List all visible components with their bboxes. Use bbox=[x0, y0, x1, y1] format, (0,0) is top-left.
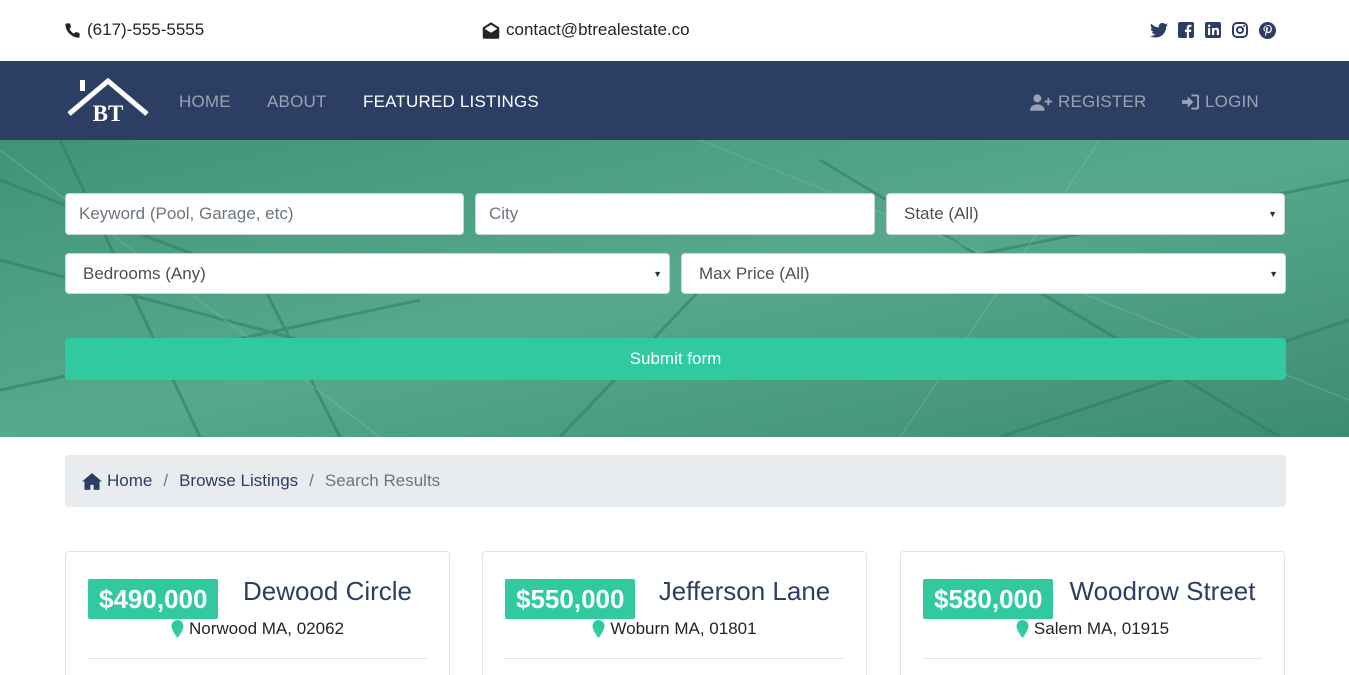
nav-home-label: HOME bbox=[179, 92, 231, 111]
breadcrumb: Home / Browse Listings / Search Results bbox=[65, 455, 1286, 507]
phone-icon bbox=[65, 22, 80, 38]
max-price-select[interactable]: Max Price (All) ▼ bbox=[681, 253, 1286, 294]
breadcrumb-home-label: Home bbox=[107, 471, 153, 490]
main-navbar: BT HOME ABOUT FEATURED LISTINGS REGISTER… bbox=[0, 61, 1349, 140]
envelope-open-icon bbox=[482, 21, 500, 39]
max-price-select-value: Max Price (All) bbox=[699, 263, 810, 283]
nav-login[interactable]: LOGIN bbox=[1182, 92, 1259, 112]
listing-location: Norwood MA, 02062 bbox=[66, 619, 449, 639]
bedrooms-select-value: Bedrooms (Any) bbox=[83, 263, 206, 283]
nav-login-label: LOGIN bbox=[1205, 92, 1259, 111]
listing-title-text: Jefferson Lane bbox=[658, 576, 831, 606]
nav-featured-listings-label: FEATURED LISTINGS bbox=[363, 92, 539, 111]
listing-card[interactable]: Jefferson Lane $550,000 Woburn MA, 01801 bbox=[482, 551, 867, 675]
listing-location: Woburn MA, 01801 bbox=[483, 619, 866, 639]
email-contact[interactable]: contact@btrealestate.co bbox=[482, 20, 690, 40]
card-divider bbox=[505, 658, 844, 659]
social-links bbox=[1150, 21, 1276, 39]
listing-title-text: Woodrow Street bbox=[1069, 576, 1256, 606]
pinterest-icon[interactable] bbox=[1258, 21, 1276, 39]
card-divider bbox=[88, 658, 427, 659]
listing-card[interactable]: Dewood Circle $490,000 Norwood MA, 02062 bbox=[65, 551, 450, 675]
map-marker-icon bbox=[592, 620, 605, 638]
listing-location-text: Norwood MA, 02062 bbox=[189, 619, 344, 638]
listing-location-text: Salem MA, 01915 bbox=[1033, 619, 1170, 638]
instagram-icon[interactable] bbox=[1231, 21, 1249, 39]
city-input[interactable] bbox=[475, 193, 875, 235]
listing-title-text: Dewood Circle bbox=[242, 576, 413, 606]
listing-location-text: Woburn MA, 01801 bbox=[610, 619, 757, 638]
breadcrumb-browse-listings[interactable]: Browse Listings bbox=[179, 471, 298, 491]
state-select-value: State (All) bbox=[904, 204, 979, 223]
submit-button[interactable]: Submit form bbox=[65, 338, 1286, 380]
nav-featured-listings[interactable]: FEATURED LISTINGS bbox=[363, 92, 539, 112]
phone-contact[interactable]: (617)-555-5555 bbox=[64, 20, 204, 40]
listing-location: Salem MA, 01915 bbox=[901, 619, 1284, 639]
user-plus-icon bbox=[1030, 93, 1052, 111]
breadcrumb-separator: / bbox=[163, 471, 169, 490]
sign-in-icon bbox=[1182, 94, 1199, 110]
twitter-icon[interactable] bbox=[1150, 21, 1168, 39]
phone-number: (617)-555-5555 bbox=[87, 20, 205, 39]
bt-logo[interactable]: BT bbox=[67, 77, 149, 125]
breadcrumb-current: Search Results bbox=[324, 471, 441, 490]
facebook-icon[interactable] bbox=[1177, 21, 1195, 39]
card-divider bbox=[923, 658, 1262, 659]
listing-price-badge: $580,000 bbox=[923, 579, 1054, 619]
nav-about[interactable]: ABOUT bbox=[267, 92, 327, 112]
breadcrumb-separator: / bbox=[309, 471, 314, 490]
listing-card[interactable]: Woodrow Street $580,000 Salem MA, 01915 bbox=[900, 551, 1285, 675]
listing-price-badge: $490,000 bbox=[88, 579, 219, 619]
logo-text: BT bbox=[93, 101, 124, 125]
map-marker-icon bbox=[171, 620, 184, 638]
chevron-down-icon: ▼ bbox=[1268, 209, 1277, 219]
chevron-down-icon: ▼ bbox=[653, 269, 662, 279]
home-icon bbox=[82, 472, 102, 490]
map-marker-icon bbox=[1016, 620, 1029, 638]
nav-register-label: REGISTER bbox=[1058, 92, 1147, 111]
breadcrumb-home[interactable]: Home bbox=[82, 471, 152, 491]
top-contact-bar: (617)-555-5555 contact@btrealestate.co bbox=[0, 0, 1349, 61]
keyword-input[interactable] bbox=[65, 193, 464, 235]
chevron-down-icon: ▼ bbox=[1269, 269, 1278, 279]
nav-register[interactable]: REGISTER bbox=[1030, 92, 1147, 112]
nav-about-label: ABOUT bbox=[267, 92, 327, 111]
listing-price-badge: $550,000 bbox=[505, 579, 636, 619]
linkedin-icon[interactable] bbox=[1204, 21, 1222, 39]
search-hero: State (All) ▼ Bedrooms (Any) ▼ Max Price… bbox=[0, 140, 1349, 437]
state-select[interactable]: State (All) ▼ bbox=[886, 193, 1285, 235]
bedrooms-select[interactable]: Bedrooms (Any) ▼ bbox=[65, 253, 670, 294]
email-address: contact@btrealestate.co bbox=[506, 20, 690, 39]
nav-home[interactable]: HOME bbox=[179, 92, 231, 112]
